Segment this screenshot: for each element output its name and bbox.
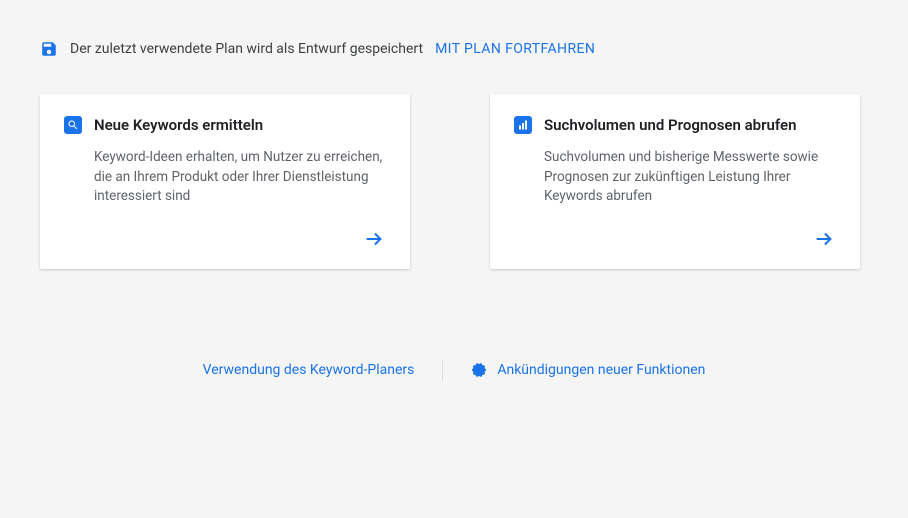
card-description: Keyword-Ideen erhalten, um Nutzer zu err… (94, 148, 386, 207)
card-header: Neue Keywords ermitteln (64, 116, 386, 134)
cards-row: Neue Keywords ermitteln Keyword-Ideen er… (40, 94, 868, 269)
bar-chart-icon (514, 116, 532, 134)
notice-text: Der zuletzt verwendete Plan wird als Ent… (70, 41, 423, 57)
search-volume-card[interactable]: Suchvolumen und Prognosen abrufen Suchvo… (490, 94, 860, 269)
search-icon (64, 116, 82, 134)
discover-keywords-card[interactable]: Neue Keywords ermitteln Keyword-Ideen er… (40, 94, 410, 269)
card-title: Neue Keywords ermitteln (94, 116, 263, 134)
new-releases-icon (471, 362, 487, 378)
notice-bar: Der zuletzt verwendete Plan wird als Ent… (40, 40, 868, 58)
announcements-link[interactable]: Ankündigungen neuer Funktionen (443, 362, 733, 378)
card-description: Suchvolumen und bisherige Messwerte sowi… (544, 148, 836, 207)
usage-link[interactable]: Verwendung des Keyword-Planers (175, 362, 443, 378)
footer-links: Verwendung des Keyword-Planers Ankündigu… (40, 359, 868, 381)
usage-link-label: Verwendung des Keyword-Planers (203, 362, 415, 378)
arrow-right-icon (812, 227, 836, 251)
save-icon (40, 40, 58, 58)
card-title: Suchvolumen und Prognosen abrufen (544, 116, 796, 134)
card-header: Suchvolumen und Prognosen abrufen (514, 116, 836, 134)
continue-plan-link[interactable]: MIT PLAN FORTFAHREN (435, 41, 595, 57)
arrow-right-icon (362, 227, 386, 251)
announcements-link-label: Ankündigungen neuer Funktionen (497, 362, 705, 378)
